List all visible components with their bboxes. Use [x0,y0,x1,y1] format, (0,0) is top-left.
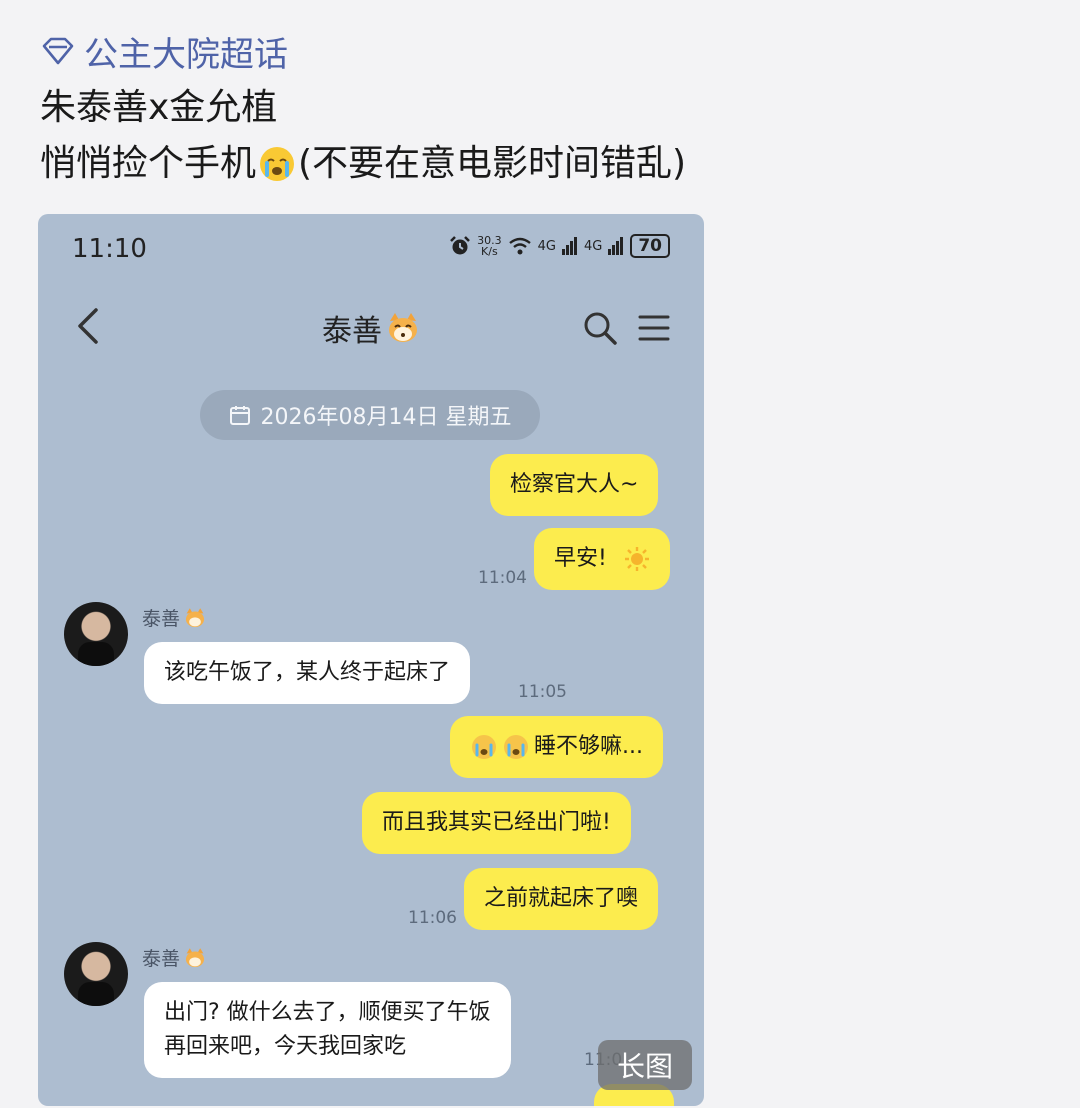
cat-emoji-icon [185,947,205,967]
battery-indicator: 70 [630,234,670,258]
wifi-icon [508,237,531,255]
message-text: 早安! [554,546,607,571]
message-text: 睡不够嘛... [534,734,643,759]
cat-emoji-icon [185,607,205,627]
message-time: 11:04 [478,568,527,588]
status-icons: 30.3 K/s 4G 4G 70 [449,234,670,258]
avatar[interactable] [64,942,128,1006]
long-image-badge[interactable]: 长图 [598,1040,692,1090]
chat-screenshot[interactable]: 11:10 30.3 K/s 4G 4G 70 泰善 2026年08月14日 星… [38,214,704,1106]
cry-emoji-icon [504,735,528,759]
chat-title-label: 泰善 [322,314,382,349]
weibo-post: 公主大院超话 朱泰善x金允植 悄悄捡个手机 (不要在意电影时间错乱) 11:10… [0,0,1080,1108]
status-time: 11:10 [72,234,147,264]
signal-bars-icon [608,237,624,255]
cat-emoji-icon [389,313,417,342]
diamond-icon [42,37,74,65]
signal-2-label: 4G [583,238,603,254]
post-text-line1: 朱泰善x金允植 [40,87,278,128]
cry-emoji-icon [472,735,496,759]
avatar[interactable] [64,602,128,666]
sun-emoji-icon [624,547,649,571]
message-text-line2: 再回来吧，今天我回家吃 [164,1034,407,1059]
search-icon[interactable] [582,310,618,346]
message-time: 11:06 [408,908,457,928]
signal-1-label: 4G [537,238,556,254]
message-time: 11:05 [518,682,567,702]
post-text-line2-a: 悄悄捡个手机 [40,143,257,184]
message-text-line1: 出门? 做什么去了，顺便买了午饭 [164,1000,491,1025]
cry-emoji-icon [260,147,295,181]
topic-link[interactable]: 公主大院超话 [40,28,288,75]
topic-label: 公主大院超话 [84,34,288,75]
post-text-line2: 悄悄捡个手机 (不要在意电影时间错乱) [40,140,686,188]
net-speed: 30.3 K/s [477,234,502,258]
menu-icon[interactable] [638,312,670,344]
message-bubble-sent[interactable]: 而且我其实已经出门啦! [362,792,631,854]
message-bubble-sent[interactable]: 早安! [534,528,670,590]
message-bubble-sent[interactable]: 检察官大人~ [490,454,659,516]
message-bubble-received[interactable]: 该吃午饭了，某人终于起床了 [144,642,471,704]
signal-bars-icon [561,237,577,255]
calendar-icon [229,406,250,425]
message-bubble-sent[interactable]: 之前就起床了噢 [464,868,659,930]
message-bubble-sent[interactable]: 睡不够嘛... [450,716,663,778]
sender-name: 泰善 [142,944,206,971]
date-divider: 2026年08月14日 星期五 [200,390,540,440]
message-bubble-received[interactable]: 出门? 做什么去了，顺便买了午饭 再回来吧，今天我回家吃 [144,982,511,1078]
post-text-line2-b: (不要在意电影时间错乱) [298,143,687,184]
sender-name: 泰善 [142,604,206,631]
date-label: 2026年08月14日 星期五 [260,405,512,430]
alarm-icon [450,236,470,255]
